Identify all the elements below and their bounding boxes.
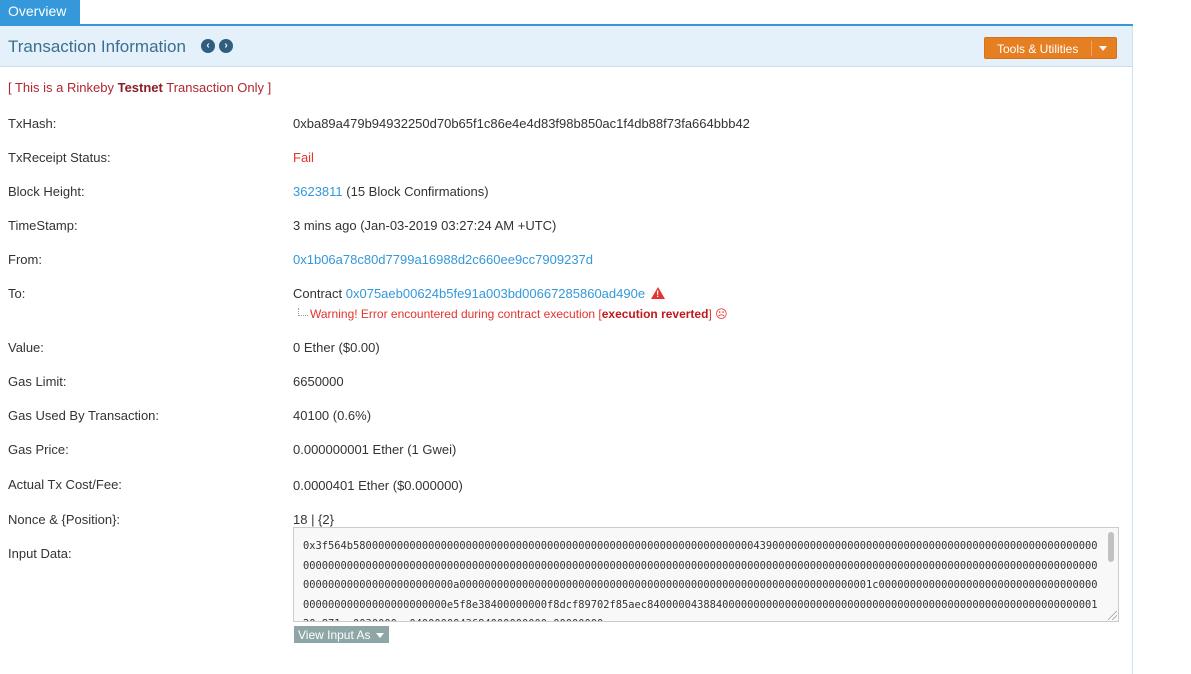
fee-label: Actual Tx Cost/Fee: bbox=[8, 477, 122, 492]
block-height-link[interactable]: 3623811 bbox=[293, 184, 343, 199]
resize-grip-icon[interactable] bbox=[1108, 611, 1117, 620]
sad-face-icon: ☹ bbox=[715, 307, 728, 321]
gas-limit-label: Gas Limit: bbox=[8, 374, 67, 389]
page-title: Transaction Information bbox=[8, 37, 186, 56]
tree-connector bbox=[298, 308, 308, 316]
gas-used-value: 40100 (0.6%) bbox=[293, 408, 372, 423]
view-input-as-button[interactable]: View Input As bbox=[294, 626, 389, 643]
gas-price-label: Gas Price: bbox=[8, 442, 69, 457]
block-confirmations: (15 Block Confirmations) bbox=[342, 184, 489, 199]
to-value: Contract 0x075aeb00624b5fe91a003bd006672… bbox=[293, 286, 666, 301]
tools-utilities-button[interactable]: Tools & Utilities bbox=[984, 37, 1117, 59]
warning-icon: ! bbox=[651, 287, 666, 299]
contract-prefix: Contract bbox=[293, 286, 346, 301]
timestamp-label: TimeStamp: bbox=[8, 218, 78, 233]
nonce-label: Nonce & {Position}: bbox=[8, 512, 121, 527]
contract-address-link[interactable]: 0x075aeb00624b5fe91a003bd00667285860ad49… bbox=[346, 286, 645, 301]
to-label: To: bbox=[8, 286, 26, 301]
notice-post: Transaction Only ] bbox=[162, 80, 272, 95]
block-height-label: Block Height: bbox=[8, 184, 85, 199]
panel-header: Transaction Information ‹ › Tools & Util… bbox=[0, 26, 1132, 67]
block-height-value: 3623811 (15 Block Confirmations) bbox=[293, 184, 489, 199]
gas-price-value: 0.000000001 Ether (1 Gwei) bbox=[293, 442, 457, 457]
from-value: 0x1b06a78c80d7799a16988d2c660ee9cc790923… bbox=[293, 252, 593, 267]
input-data-text[interactable]: 0x3f564b58000000000000000000000000000000… bbox=[303, 537, 1103, 621]
gas-used-label: Gas Used By Transaction: bbox=[8, 408, 160, 423]
value-value: 0 Ether ($0.00) bbox=[293, 340, 380, 355]
fee-value: 0.0000401 Ether ($0.000000) bbox=[293, 478, 463, 493]
warning-bold: execution reverted bbox=[601, 307, 709, 321]
input-data-label: Input Data: bbox=[8, 546, 72, 561]
from-address-link[interactable]: 0x1b06a78c80d7799a16988d2c660ee9cc790923… bbox=[293, 252, 593, 267]
status-value: Fail bbox=[293, 150, 314, 165]
notice-bold: Testnet bbox=[117, 80, 163, 95]
input-data-textarea[interactable]: 0x3f564b58000000000000000000000000000000… bbox=[293, 527, 1119, 622]
txhash-label: TxHash: bbox=[8, 116, 57, 131]
gas-limit-value: 6650000 bbox=[293, 374, 344, 389]
tools-utilities-label: Tools & Utilities bbox=[997, 42, 1079, 56]
chevron-left-circle-icon[interactable]: ‹ bbox=[201, 39, 215, 53]
caret-down-icon bbox=[1099, 46, 1107, 51]
warning-pre: Warning! Error encountered during contra… bbox=[310, 307, 602, 321]
txhash-value: 0xba89a479b94932250d70b65f1c86e4e4d83f98… bbox=[293, 116, 750, 131]
chevron-right-circle-icon[interactable]: › bbox=[219, 39, 233, 53]
view-input-as-label: View Input As bbox=[298, 628, 371, 642]
button-separator bbox=[1091, 41, 1092, 56]
testnet-notice: [ This is a Rinkeby Testnet Transaction … bbox=[8, 80, 271, 95]
nonce-value: 18 | {2} bbox=[293, 512, 334, 527]
tab-overview[interactable]: Overview bbox=[0, 0, 80, 25]
status-label: TxReceipt Status: bbox=[8, 150, 111, 165]
caret-down-icon bbox=[376, 633, 384, 638]
value-label: Value: bbox=[8, 340, 44, 355]
timestamp-value: 3 mins ago (Jan-03-2019 03:27:24 AM +UTC… bbox=[293, 218, 557, 233]
scrollbar-thumb[interactable] bbox=[1108, 532, 1114, 562]
execution-warning: Warning! Error encountered during contra… bbox=[298, 307, 728, 321]
from-label: From: bbox=[8, 252, 42, 267]
notice-pre: [ This is a Rinkeby bbox=[8, 80, 118, 95]
tab-bar: Overview bbox=[0, 0, 1133, 26]
nav-arrows: ‹ › bbox=[201, 39, 233, 53]
